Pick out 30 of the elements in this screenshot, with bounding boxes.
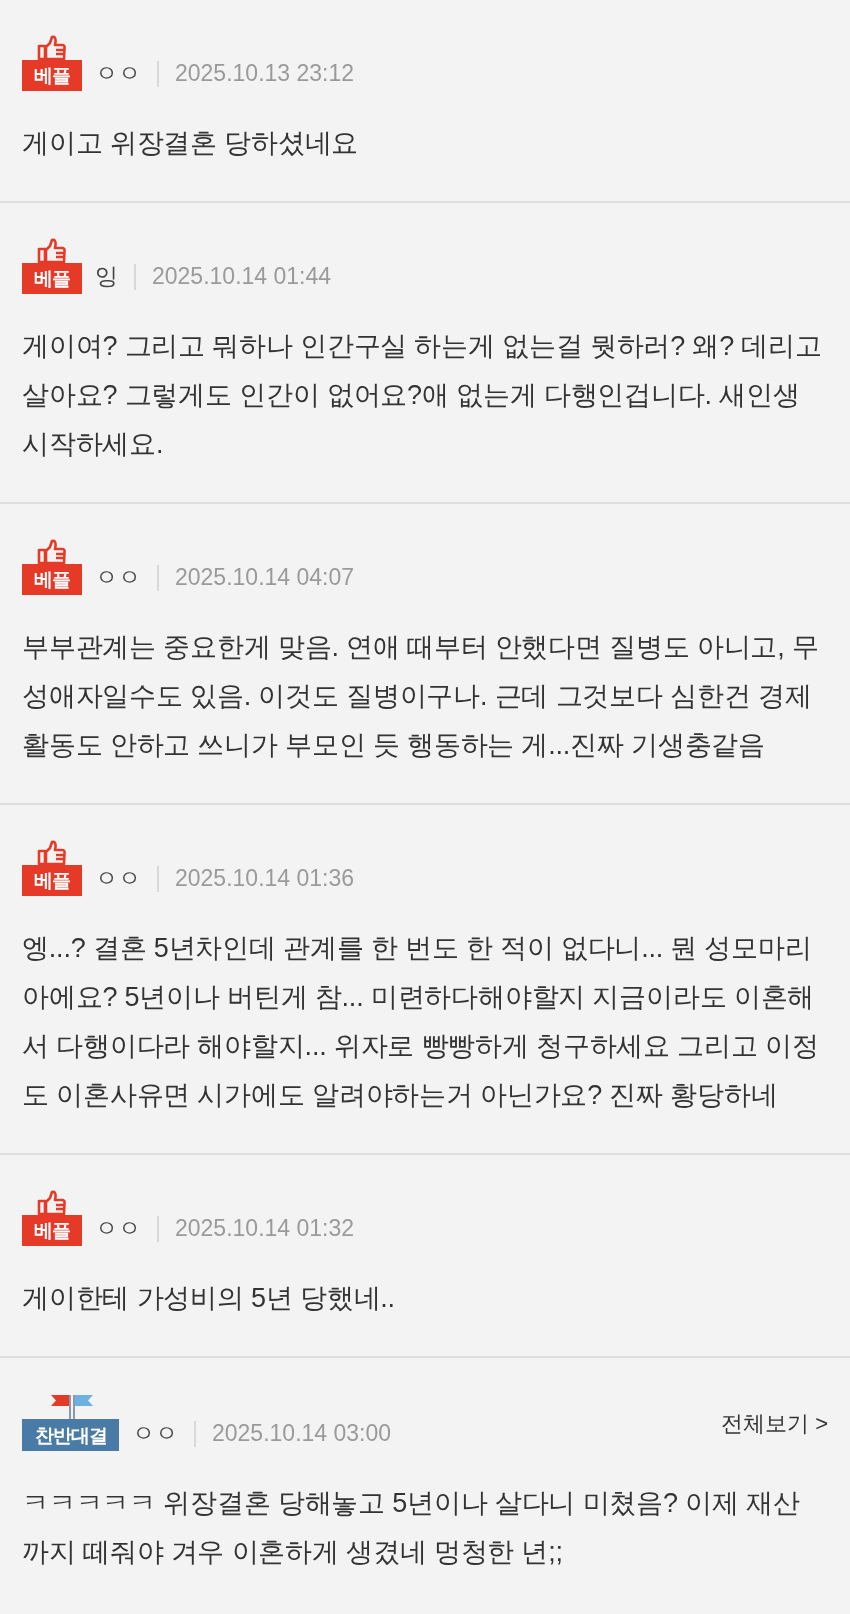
thumbs-up-icon <box>37 238 67 263</box>
comment-date: 2025.10.14 04:07 <box>175 563 355 592</box>
author-name: ㅇㅇ <box>95 1214 141 1243</box>
thumbs-up-icon <box>37 1190 67 1215</box>
comment-date: 2025.10.14 01:36 <box>175 864 355 893</box>
comment-date: 2025.10.14 01:44 <box>152 262 332 291</box>
comment-text: ㅋㅋㅋㅋㅋ 위장결혼 당해놓고 5년이나 살다니 미쳤음? 이제 재산까지 떼줘야 겨우 이혼하게 생겼네 멍청한 년;; <box>22 1487 801 1569</box>
best-reply-badge: 베플 <box>22 60 82 91</box>
author-name: 잉 <box>95 262 118 291</box>
comment-date: 2025.10.13 23:12 <box>175 59 355 88</box>
comment-text: 게이한테 가성비의 5년 당했네.. <box>22 1282 396 1315</box>
author-name: ㅇㅇ <box>132 1419 178 1448</box>
best-reply-badge: 베플 <box>22 865 82 896</box>
comment-text: 게이고 위장결혼 당하셨네요 <box>22 127 360 160</box>
comment-date: 2025.10.14 03:00 <box>212 1419 392 1448</box>
author-name: ㅇㅇ <box>95 59 141 88</box>
author-name: ㅇㅇ <box>95 864 141 893</box>
thumbs-up-icon <box>37 840 67 865</box>
best-reply-badge: 베플 <box>22 263 82 294</box>
comment-text: 부부관계는 중요한게 맞음. 연애 때부터 안했다면 질병도 아니고, 무성애자일수도 있음. 이것도 질병이구나. 근데 그것보다 심한건 경제활동도 안하고 쓰니가 부모인 듯 행동하는 게...진짜 기생충같음 <box>22 631 820 762</box>
best-reply-badge: 베플 <box>22 1215 82 1246</box>
comment-text: 엥...? 결혼 5년차인데 관계를 한 번도 한 적이 없다니... 뭔 성모마리아에요? 5년이나 버틴게 참... 미련하다해야할지 지금이라도 이혼해서 다행이다라 해야할지... 위자로 빵빵하게 청구하세요 그리고 이정도 이혼사유면 시가에도 알려야하는거 아닌가요? 진짜 황당하네 <box>22 932 820 1112</box>
author-name: ㅇㅇ <box>95 563 141 592</box>
versus-badge: 찬반대결 <box>22 1419 119 1451</box>
comment-date: 2025.10.14 01:32 <box>175 1214 355 1243</box>
view-all-link[interactable]: 전체보기 > <box>721 1408 828 1439</box>
best-reply-badge: 베플 <box>22 564 82 595</box>
comment-text: 게이여? 그리고 뭐하나 인간구실 하는게 없는걸 뭣하러? 왜? 데리고 살아요? 그렇게도 인간이 없어요?애 없는게 다행인겁니다. 새인생 시작하세요. <box>22 330 823 461</box>
thumbs-up-icon <box>37 539 67 564</box>
thumbs-up-icon <box>37 35 67 60</box>
